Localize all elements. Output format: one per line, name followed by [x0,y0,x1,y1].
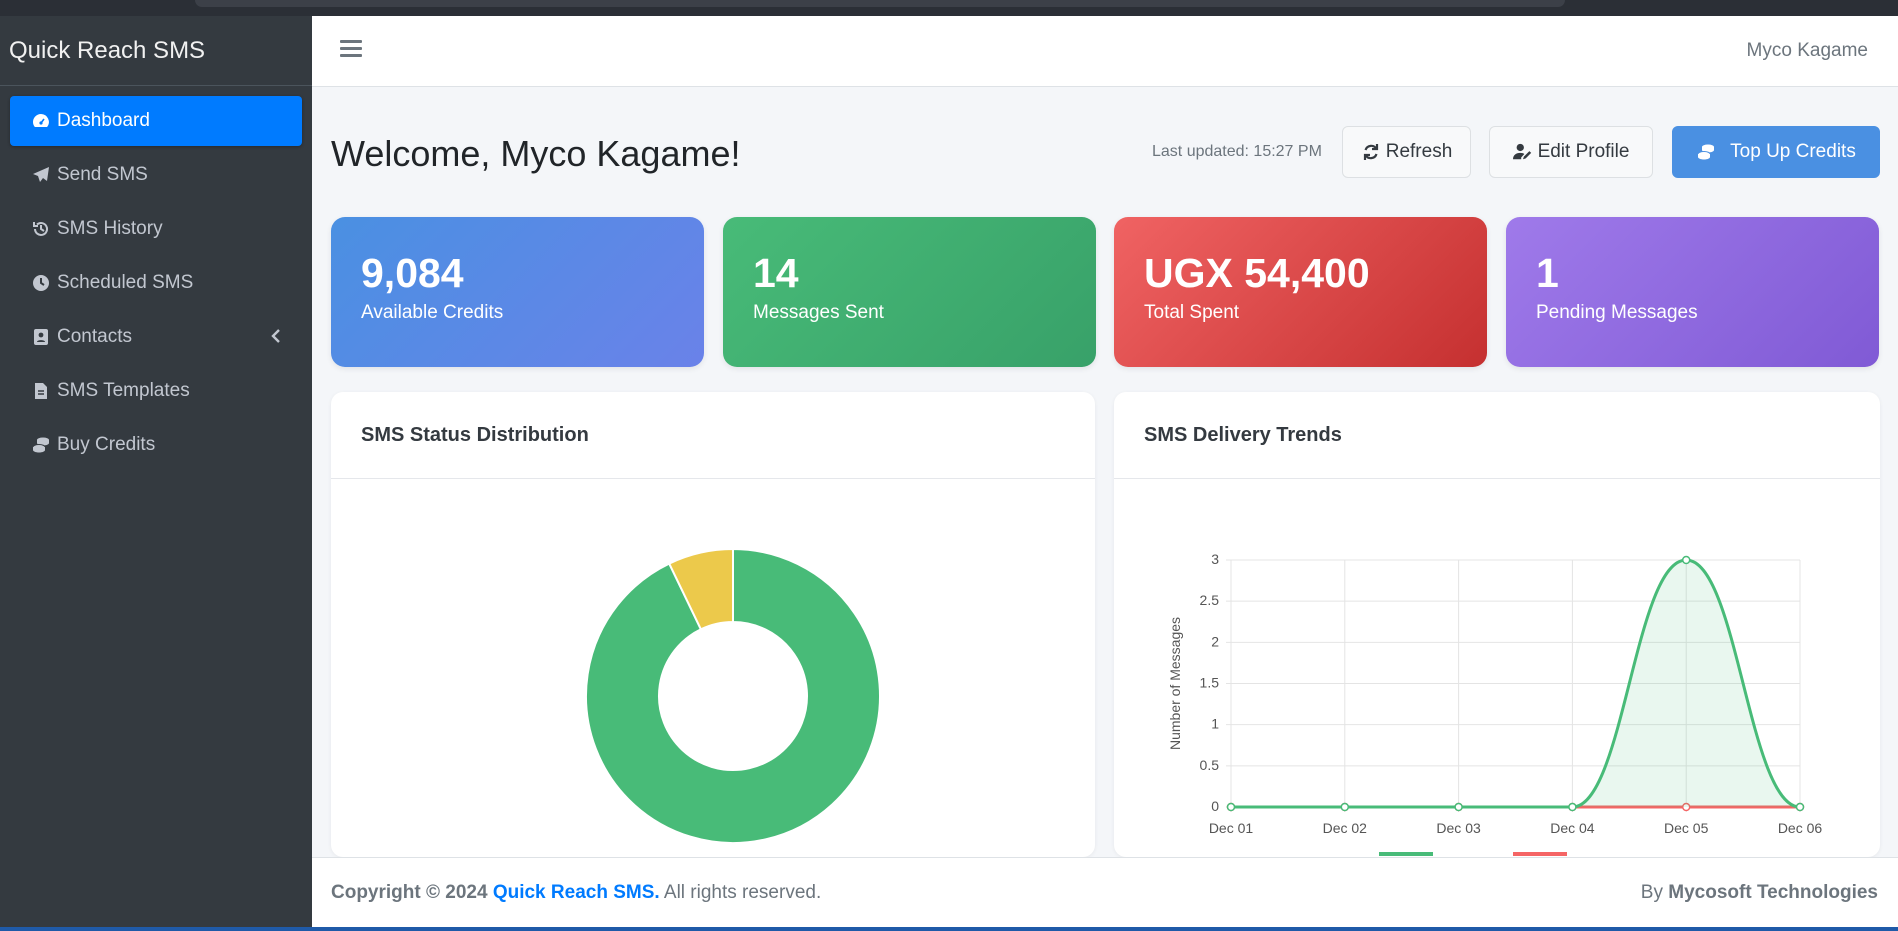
data-point[interactable] [1681,555,1691,565]
sidebar: Quick Reach SMS Dashboard Send SMS SMS H… [0,16,312,927]
sidebar-item-send-sms[interactable]: Send SMS [10,150,302,200]
stat-card-total-spent: UGX 54,400 Total Spent [1114,217,1487,367]
y-tick-label: 3 [1211,551,1219,567]
y-tick-label: 2.5 [1200,592,1220,608]
user-menu[interactable]: Myco Kagame [1747,40,1868,62]
sidebar-item-label: Contacts [57,326,132,347]
brand-title[interactable]: Quick Reach SMS [0,16,312,86]
sidebar-nav: Dashboard Send SMS SMS History Scheduled… [0,96,312,470]
data-point[interactable] [1226,802,1236,812]
y-axis-label: Number of Messages [1167,617,1183,750]
sidebar-item-label: Dashboard [57,110,150,131]
stat-card-pending-messages: 1 Pending Messages [1506,217,1879,367]
copyright-text: Copyright © 2024 [331,882,488,903]
browser-top-strip [0,0,1898,16]
y-tick-label: 0.5 [1200,757,1220,773]
footer-copyright: Copyright © 2024 Quick Reach SMS. All ri… [331,882,821,904]
refresh-icon [1363,144,1378,160]
x-tick-label: Dec 05 [1664,820,1709,836]
sidebar-item-scheduled-sms[interactable]: Scheduled SMS [10,258,302,308]
rights-text: All rights reserved. [663,882,822,903]
x-tick-label: Dec 04 [1550,820,1595,836]
by-text: By [1640,882,1663,903]
last-updated-text: Last updated: 15:27 PM [1152,143,1322,160]
stat-value: 14 [753,250,799,296]
sidebar-item-contacts[interactable]: Contacts [10,312,302,362]
edit-profile-button[interactable]: Edit Profile [1489,126,1653,178]
edit-profile-label: Edit Profile [1537,141,1630,162]
history-icon [30,218,52,240]
legend-swatch[interactable] [1379,852,1433,856]
status-donut-chart [585,547,881,844]
data-point[interactable] [1340,802,1350,812]
y-tick-label: 1 [1211,716,1219,732]
refresh-button[interactable]: Refresh [1342,126,1471,178]
sidebar-item-label: SMS History [57,218,163,239]
file-icon [30,380,52,402]
address-book-icon [30,326,52,348]
y-tick-label: 0 [1211,798,1219,814]
menu-toggle-icon[interactable] [340,40,362,60]
coins-icon [1697,144,1715,160]
sidebar-item-label: Send SMS [57,164,148,185]
chevron-left-icon [270,328,282,350]
stat-value: 1 [1536,250,1559,296]
legend-swatch[interactable] [1513,852,1567,856]
footer: Copyright © 2024 Quick Reach SMS. All ri… [312,857,1898,927]
sidebar-item-dashboard[interactable]: Dashboard [10,96,302,146]
y-tick-label: 1.5 [1200,675,1220,691]
stat-label: Total Spent [1144,302,1240,323]
stat-label: Messages Sent [753,302,884,323]
delivery-trends-card: SMS Delivery Trends 0 0.5 1 1.5 2 2.5 3 Dec 01 D… [1114,392,1880,857]
coins-icon [30,434,52,456]
x-tick-label: Dec 03 [1436,820,1481,836]
footer-credit: By Mycosoft Technologies [1641,882,1878,904]
refresh-label: Refresh [1385,141,1453,162]
card-title: SMS Status Distribution [331,392,1095,479]
x-tick-label: Dec 02 [1323,820,1368,836]
top-navbar: Myco Kagame [312,16,1898,87]
x-tick-label: Dec 01 [1209,820,1254,836]
top-up-label: Top Up Credits [1730,141,1856,162]
clock-icon [30,272,52,294]
company-name: Mycosoft Technologies [1668,882,1878,903]
sidebar-item-sms-templates[interactable]: SMS Templates [10,366,302,416]
data-point[interactable] [1795,802,1805,812]
sidebar-item-label: Buy Credits [57,434,156,455]
user-edit-icon [1512,143,1531,160]
data-point[interactable] [1454,802,1463,812]
page-title: Welcome, Myco Kagame! [331,133,741,174]
status-distribution-card: SMS Status Distribution [331,392,1095,857]
x-tick-label: Dec 06 [1778,820,1823,836]
footer-brand-link[interactable]: Quick Reach SMS. [493,882,660,903]
sidebar-item-label: Scheduled SMS [57,272,194,293]
main-content: Welcome, Myco Kagame! Last updated: 15:2… [312,87,1898,857]
stat-label: Pending Messages [1536,302,1698,323]
top-up-credits-button[interactable]: Top Up Credits [1672,126,1880,178]
gauge-icon [30,110,52,132]
stat-label: Available Credits [361,302,504,323]
paper-plane-icon [30,164,52,186]
y-tick-label: 2 [1211,633,1219,649]
stat-value: 9,084 [361,250,464,296]
data-point[interactable] [1568,802,1577,812]
stat-card-messages-sent: 14 Messages Sent [723,217,1096,367]
sidebar-item-label: SMS Templates [57,380,190,401]
sidebar-item-sms-history[interactable]: SMS History [10,204,302,254]
stat-card-available-credits: 9,084 Available Credits [331,217,704,367]
delivery-trend-chart: 0 0.5 1 1.5 2 2.5 3 Dec 01 Dec 02 Dec 03 Dec 04 Dec… [1167,551,1823,856]
taskbar-strip [0,927,1898,931]
stat-value: UGX 54,400 [1144,250,1370,296]
card-title: SMS Delivery Trends [1114,392,1880,479]
browser-tab-bar [195,0,1565,7]
sidebar-item-buy-credits[interactable]: Buy Credits [10,420,302,470]
